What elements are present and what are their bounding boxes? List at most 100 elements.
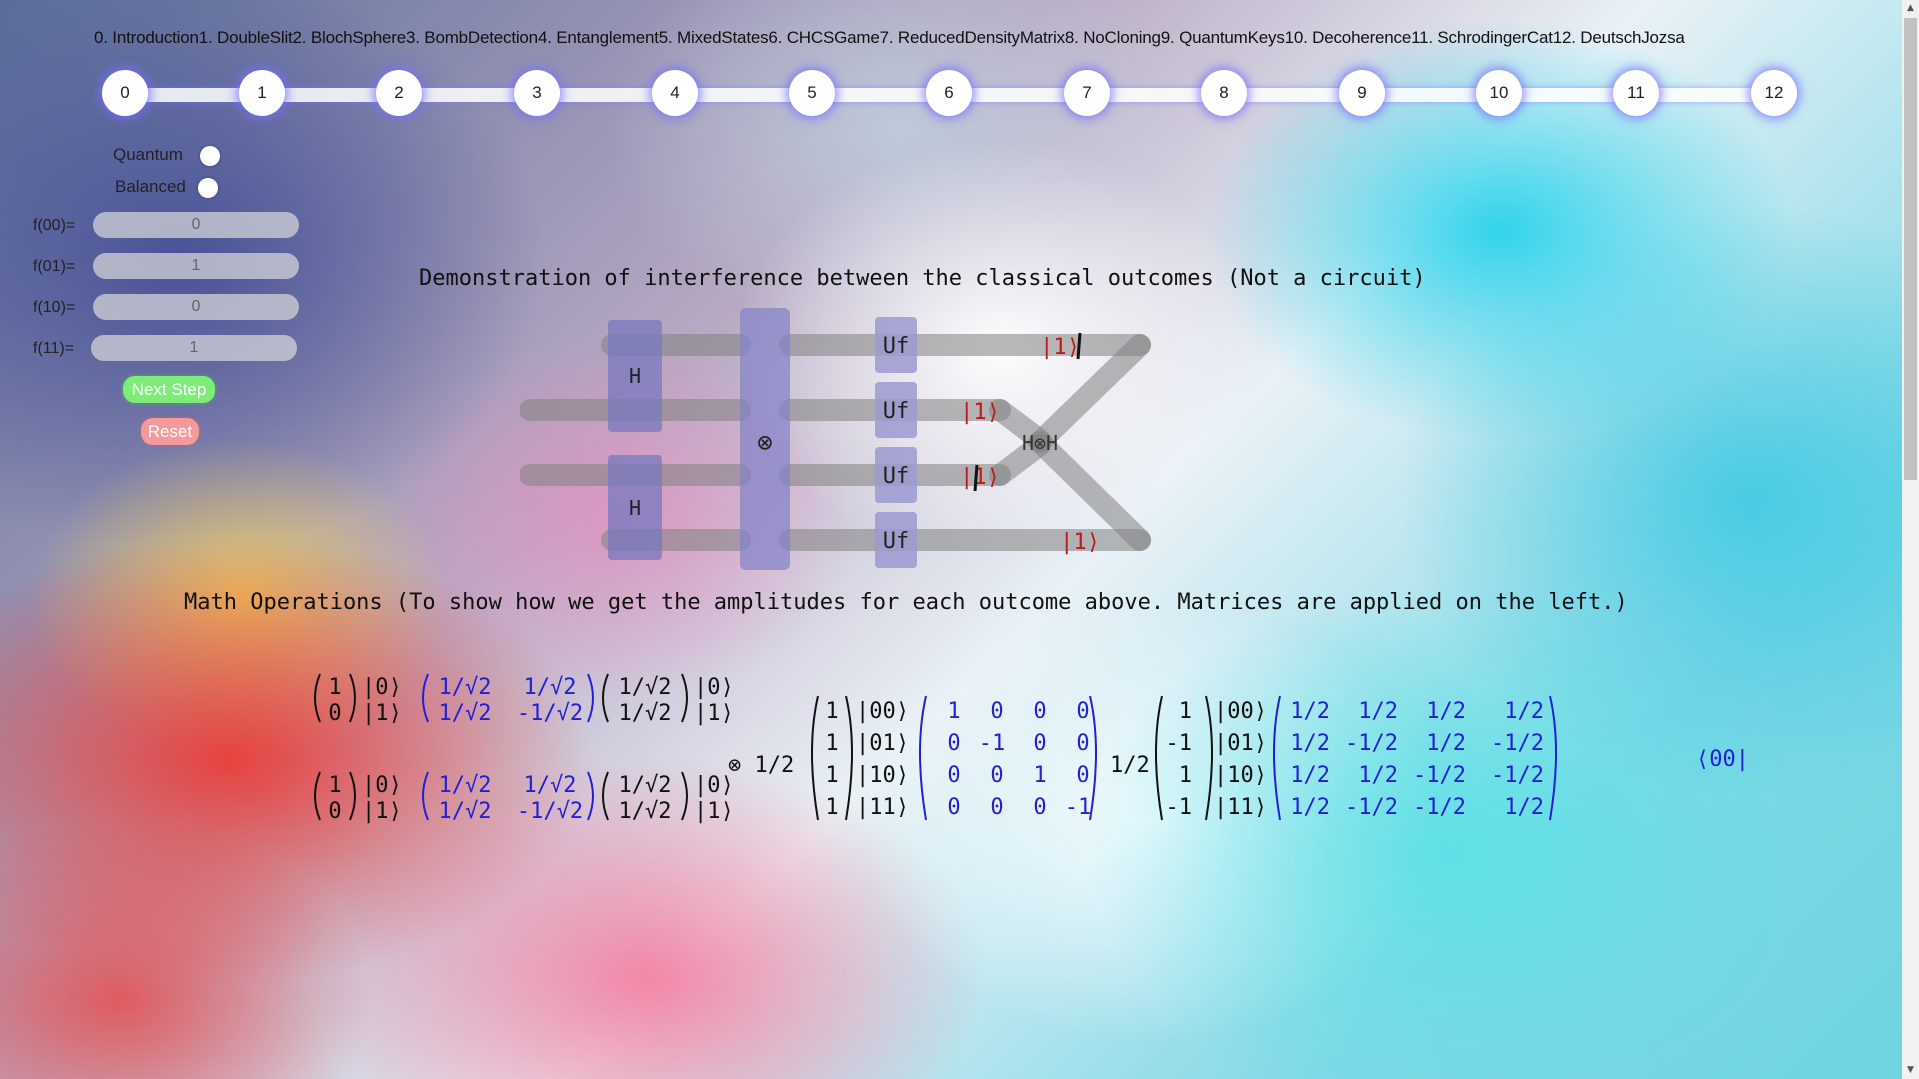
step-3[interactable]: 3 bbox=[514, 70, 560, 116]
step-11[interactable]: 11 bbox=[1613, 70, 1659, 116]
reset-button[interactable]: Reset bbox=[141, 418, 199, 445]
step-6[interactable]: 6 bbox=[926, 70, 972, 116]
oracle-00: 1 bbox=[947, 699, 960, 724]
oracle-02: 0 bbox=[1033, 699, 1046, 724]
ket2-a-2: |10⟩ bbox=[856, 763, 909, 788]
oracle-10: 0 bbox=[947, 731, 960, 756]
chapter-link-1[interactable]: 1. DoubleSlit bbox=[199, 28, 293, 47]
chapter-link-12[interactable]: 12. DeutschJozsa bbox=[1553, 28, 1685, 47]
hh-22: -1/2 bbox=[1413, 763, 1466, 788]
step-4[interactable]: 4 bbox=[652, 70, 698, 116]
chapter-link-7[interactable]: 7. ReducedDensityMatrix bbox=[880, 28, 1066, 47]
step-5[interactable]: 5 bbox=[789, 70, 835, 116]
interference-diagram: H H ⊗ Uf Uf Uf Uf H⊗H |1⟩ |1⟩ |1⟩ |1⟩ bbox=[520, 308, 1151, 570]
output-top-ket: |1⟩ bbox=[1040, 335, 1080, 360]
ket2-b-0: |00⟩ bbox=[1214, 699, 1267, 724]
uf-gate-4-label: Uf bbox=[883, 529, 910, 554]
chapter-link-0[interactable]: 0. Introduction bbox=[94, 28, 199, 47]
state4b-2: 1 bbox=[1179, 763, 1192, 788]
scroll-down-arrow-icon[interactable]: ▼ bbox=[1902, 1062, 1919, 1079]
phase-marker-3 bbox=[973, 464, 979, 492]
hh-13: -1/2 bbox=[1491, 731, 1544, 756]
chapter-link-3[interactable]: 3. BombDetection bbox=[406, 28, 538, 47]
oracle-21: 0 bbox=[990, 763, 1003, 788]
chapter-link-8[interactable]: 8. NoCloning bbox=[1065, 28, 1161, 47]
chapter-link-10[interactable]: 10. Decoherence bbox=[1285, 28, 1412, 47]
ket-a-1: |1⟩ bbox=[362, 701, 402, 726]
f11-input[interactable]: 1 bbox=[91, 335, 297, 361]
vec-b-0: 1 bbox=[328, 773, 341, 798]
oracle-13: 0 bbox=[1076, 731, 1089, 756]
oracle-11: -1 bbox=[979, 731, 1006, 756]
step-12[interactable]: 12 bbox=[1751, 70, 1797, 116]
state4-1: 1 bbox=[825, 731, 838, 756]
hh-11: -1/2 bbox=[1345, 731, 1398, 756]
chapter-link-5[interactable]: 5. MixedStates bbox=[659, 28, 769, 47]
tensor-symbol: ⊗ bbox=[757, 428, 773, 458]
hh-02: 1/2 bbox=[1426, 699, 1466, 724]
ket-a2-1: |1⟩ bbox=[694, 701, 734, 726]
chapter-nav: 0. Introduction1. DoubleSlit2. BlochSphe… bbox=[94, 28, 1685, 48]
chapter-link-4[interactable]: 4. Entanglement bbox=[538, 28, 659, 47]
output-3-ket: |1⟩ bbox=[960, 465, 1000, 490]
ket-b-1: |1⟩ bbox=[362, 799, 402, 824]
oracle-01: 0 bbox=[990, 699, 1003, 724]
chapter-link-2[interactable]: 2. BlochSphere bbox=[293, 28, 407, 47]
quantum-toggle[interactable] bbox=[200, 146, 220, 166]
step-0[interactable]: 0 bbox=[102, 70, 148, 116]
step-7[interactable]: 7 bbox=[1064, 70, 1110, 116]
scroll-up-arrow-icon[interactable]: ▲ bbox=[1902, 0, 1919, 17]
step-2[interactable]: 2 bbox=[376, 70, 422, 116]
f01-input[interactable]: 1 bbox=[93, 253, 299, 279]
hh-03: 1/2 bbox=[1504, 699, 1544, 724]
quantum-label: Quantum bbox=[113, 145, 183, 164]
math-heading: Math Operations (To show how we get the … bbox=[184, 590, 1628, 615]
oracle-23: 0 bbox=[1076, 763, 1089, 788]
state4-0: 1 bbox=[825, 699, 838, 724]
uf-gate-3-label: Uf bbox=[883, 464, 910, 489]
balanced-toggle[interactable] bbox=[198, 178, 218, 198]
chapter-link-6[interactable]: 6. CHCSGame bbox=[768, 28, 879, 47]
vec-b-1: 0 bbox=[328, 799, 341, 824]
next-step-button[interactable]: Next Step bbox=[123, 376, 215, 403]
hh-31: -1/2 bbox=[1345, 795, 1398, 820]
state4b-3: -1 bbox=[1166, 795, 1193, 820]
tensor-half: ⊗ 1/2 bbox=[728, 753, 794, 778]
chapter-link-9[interactable]: 9. QuantumKeys bbox=[1161, 28, 1285, 47]
f11-label: f(11)= bbox=[33, 340, 75, 357]
step-9[interactable]: 9 bbox=[1339, 70, 1385, 116]
state4-2: 1 bbox=[825, 763, 838, 788]
f10-input[interactable]: 0 bbox=[93, 294, 299, 320]
step-1[interactable]: 1 bbox=[239, 70, 285, 116]
half-factor: 1/2 bbox=[1110, 753, 1150, 778]
oracle-33: -1 bbox=[1065, 795, 1092, 820]
hh-20: 1/2 bbox=[1290, 763, 1330, 788]
step-8[interactable]: 8 bbox=[1201, 70, 1247, 116]
step-10[interactable]: 10 bbox=[1476, 70, 1522, 116]
bra-00: ⟨00| bbox=[1696, 747, 1749, 772]
f00-input[interactable]: 0 bbox=[93, 212, 299, 238]
vertical-scrollbar[interactable]: ▲ ▼ bbox=[1902, 0, 1919, 1079]
hh-00: 1/2 bbox=[1290, 699, 1330, 724]
hh-12: 1/2 bbox=[1426, 731, 1466, 756]
chapter-link-11[interactable]: 11. SchrodingerCat bbox=[1411, 28, 1553, 47]
ket2-b-3: |11⟩ bbox=[1214, 795, 1267, 820]
oracle-32: 0 bbox=[1033, 795, 1046, 820]
output-bottom-ket: |1⟩ bbox=[1060, 530, 1100, 555]
h-a-10: 1/√2 bbox=[439, 701, 492, 726]
hh-32: -1/2 bbox=[1413, 795, 1466, 820]
f00-label: f(00)= bbox=[33, 217, 76, 234]
oracle-12: 0 bbox=[1033, 731, 1046, 756]
vec-a-0: 1 bbox=[328, 675, 341, 700]
oracle-03: 0 bbox=[1076, 699, 1089, 724]
math-operations: 1 0 |0⟩ |1⟩ 1/√2 1/√2 1/√2 -1/√2 1/√2 1/… bbox=[314, 673, 1749, 824]
scrollbar-thumb[interactable] bbox=[1904, 18, 1917, 480]
oracle-22: 1 bbox=[1033, 763, 1046, 788]
ket-a2-0: |0⟩ bbox=[694, 675, 734, 700]
f10-label: f(10)= bbox=[33, 299, 76, 316]
oracle-20: 0 bbox=[947, 763, 960, 788]
hh-23: -1/2 bbox=[1491, 763, 1544, 788]
uf-gate-1-label: Uf bbox=[883, 334, 910, 359]
ket2-a-3: |11⟩ bbox=[856, 795, 909, 820]
ket-b-0: |0⟩ bbox=[362, 773, 402, 798]
